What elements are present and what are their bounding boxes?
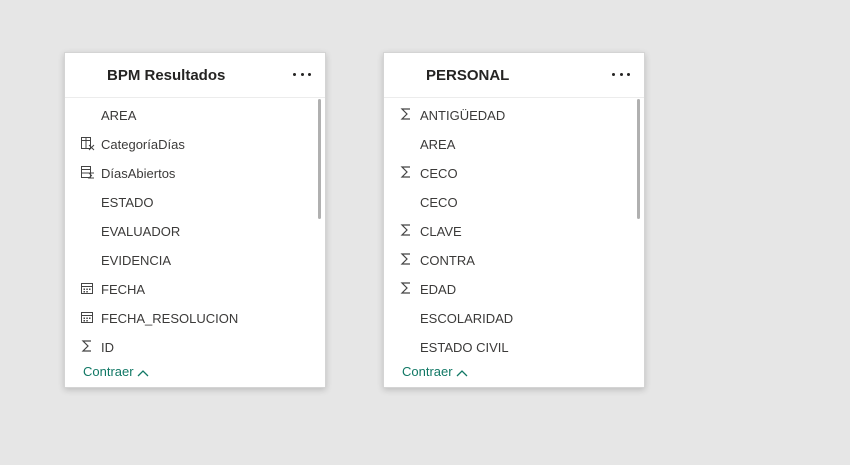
card-header: PERSONAL: [384, 53, 644, 98]
field-name: ANTIGÜEDAD: [420, 108, 506, 123]
field-name: ESCOLARIDAD: [420, 311, 514, 326]
field-name: ESTADO CIVIL: [420, 340, 509, 355]
field-item[interactable]: FECHA_RESOLUCION: [65, 306, 315, 330]
field-name: AREA: [420, 137, 456, 152]
more-options-button[interactable]: [293, 67, 311, 81]
sigma-icon: [398, 281, 414, 297]
field-name: AREA: [101, 108, 137, 123]
card-header: BPM Resultados: [65, 53, 325, 98]
field-item[interactable]: CONTRA: [384, 248, 634, 272]
field-item[interactable]: ESTADO CIVIL: [384, 335, 634, 359]
sigma-icon: [398, 252, 414, 268]
field-item[interactable]: EVALUADOR: [65, 219, 315, 243]
collapse-label: Contraer: [83, 364, 134, 379]
field-name: ID: [101, 340, 114, 355]
sigma-icon: [398, 107, 414, 123]
sigma-icon: [398, 165, 414, 181]
calculated-measure-icon: [79, 165, 95, 181]
calendar-icon: [79, 281, 95, 297]
field-name: CECO: [420, 166, 458, 181]
field-name: FECHA: [101, 282, 146, 297]
field-name: ESTADO: [101, 195, 154, 210]
sigma-icon: [79, 339, 95, 355]
field-list: ANTIGÜEDAD AREA CECO CECO CLAVE CONTRA EDAD ESC…: [384, 100, 644, 364]
chevron-up-icon: [456, 369, 468, 377]
scrollbar[interactable]: [637, 99, 640, 219]
field-item[interactable]: EVIDENCIA: [65, 248, 315, 272]
field-item[interactable]: CLAVE: [384, 219, 634, 243]
table-title: PERSONAL: [426, 67, 510, 84]
field-item[interactable]: EDAD: [384, 277, 634, 301]
field-item[interactable]: ANTIGÜEDAD: [384, 103, 634, 127]
field-name: CLAVE: [420, 224, 462, 239]
field-item[interactable]: ESTADO: [65, 190, 315, 214]
field-name: EDAD: [420, 282, 457, 297]
collapse-label: Contraer: [402, 364, 453, 379]
calculated-column-icon: [79, 136, 95, 152]
collapse-link[interactable]: Contraer: [402, 364, 468, 379]
field-name: CONTRA: [420, 253, 475, 268]
field-name: FECHA_RESOLUCION: [101, 311, 239, 326]
field-name: DíasAbiertos: [101, 166, 176, 181]
scrollbar[interactable]: [318, 99, 321, 219]
field-item[interactable]: AREA: [65, 103, 315, 127]
more-options-button[interactable]: [612, 67, 630, 81]
field-name: CECO: [420, 195, 458, 210]
field-item[interactable]: CECO: [384, 190, 634, 214]
field-item[interactable]: DíasAbiertos: [65, 161, 315, 185]
field-name: CategoríaDías: [101, 137, 185, 152]
sigma-icon: [398, 223, 414, 239]
table-card-personal[interactable]: PERSONAL ANTIGÜEDAD AREA CECO CECO CLAVE CONT…: [383, 52, 645, 388]
field-name: EVIDENCIA: [101, 253, 172, 268]
table-card-bpm-resultados[interactable]: BPM Resultados AREA CategoríaDías DíasAbie…: [64, 52, 326, 388]
field-list: AREA CategoríaDías DíasAbiertos ESTADO EVALU…: [65, 100, 325, 364]
field-item[interactable]: ID: [65, 335, 315, 359]
field-item[interactable]: FECHA: [65, 277, 315, 301]
table-title: BPM Resultados: [107, 67, 226, 84]
collapse-link[interactable]: Contraer: [83, 364, 149, 379]
field-name: EVALUADOR: [101, 224, 181, 239]
field-item[interactable]: CategoríaDías: [65, 132, 315, 156]
field-item[interactable]: ESCOLARIDAD: [384, 306, 634, 330]
chevron-up-icon: [137, 369, 149, 377]
field-item[interactable]: AREA: [384, 132, 634, 156]
field-item[interactable]: CECO: [384, 161, 634, 185]
calendar-icon: [79, 310, 95, 326]
